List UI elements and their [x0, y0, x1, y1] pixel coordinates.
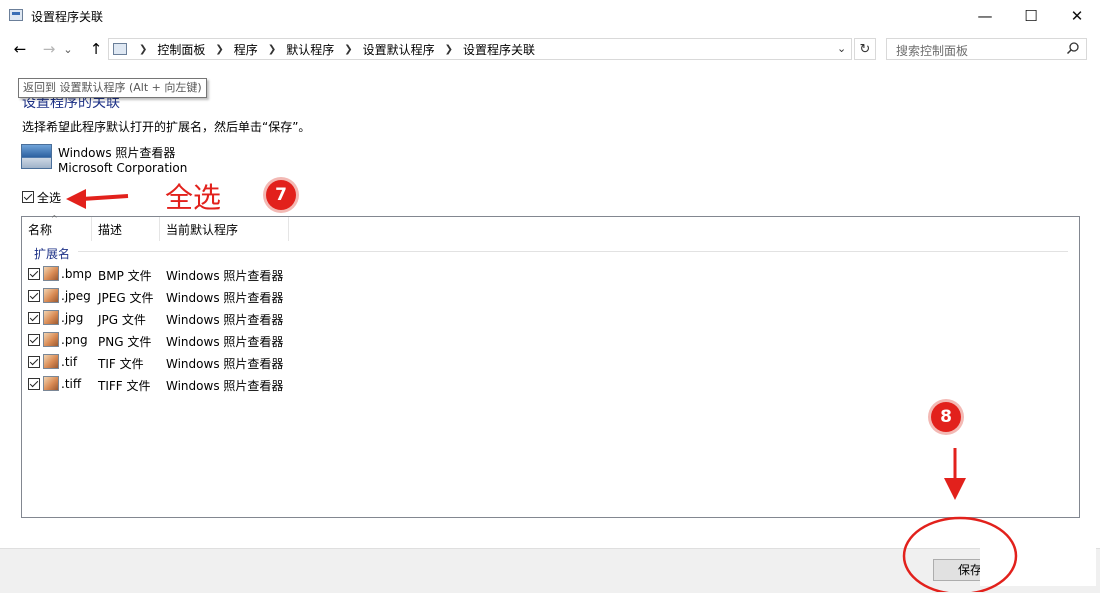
- control-panel-window-icon: [9, 9, 23, 21]
- chevron-right-icon: ❯: [267, 44, 277, 55]
- program-publisher: Microsoft Corporation: [58, 161, 188, 175]
- title-bar: 设置程序关联 — ☐ ✕: [0, 0, 1100, 32]
- select-all-checkbox[interactable]: [22, 191, 34, 203]
- extension-name: .tif: [61, 355, 78, 369]
- search-input[interactable]: 搜索控制面板: [886, 38, 1087, 60]
- window-title: 设置程序关联: [31, 10, 104, 24]
- current-default-program: Windows 照片查看器: [166, 379, 284, 393]
- image-file-icon: [43, 266, 59, 281]
- redaction-patch: [980, 534, 1096, 586]
- file-description: PNG 文件: [98, 335, 152, 349]
- back-tooltip: 返回到 设置默认程序 (Alt + 向左键): [18, 78, 207, 98]
- image-file-icon: [43, 354, 59, 369]
- column-header-name[interactable]: 名称: [28, 221, 52, 241]
- column-divider[interactable]: [159, 217, 160, 241]
- file-description: JPG 文件: [98, 313, 146, 327]
- row-checkbox[interactable]: [28, 312, 40, 324]
- image-file-icon: [43, 376, 59, 391]
- refresh-button[interactable]: ↻: [854, 38, 876, 60]
- image-file-icon: [43, 332, 59, 347]
- row-checkbox[interactable]: [28, 268, 40, 280]
- step-8-badge: 8: [931, 402, 961, 432]
- arrow-to-select-all: [66, 189, 129, 209]
- current-default-program: Windows 照片查看器: [166, 335, 284, 349]
- list-item[interactable]: .jpg JPG 文件 Windows 照片查看器: [26, 308, 326, 328]
- file-description: BMP 文件: [98, 269, 152, 283]
- row-checkbox[interactable]: [28, 334, 40, 346]
- breadcrumb-set-associations[interactable]: 设置程序关联: [457, 41, 541, 58]
- address-bar[interactable]: ❯ 控制面板 ❯ 程序 ❯ 默认程序 ❯ 设置默认程序 ❯ 设置程序关联 ⌄: [108, 38, 852, 60]
- extension-name: .jpeg: [61, 289, 91, 303]
- breadcrumb-set-default-programs[interactable]: 设置默认程序: [357, 41, 441, 58]
- minimize-button[interactable]: —: [962, 0, 1008, 32]
- chevron-right-icon: ❯: [139, 44, 148, 55]
- column-divider[interactable]: [288, 217, 289, 241]
- row-checkbox[interactable]: [28, 290, 40, 302]
- current-default-program: Windows 照片查看器: [166, 269, 284, 283]
- list-item[interactable]: .tiff TIFF 文件 Windows 照片查看器: [26, 374, 326, 394]
- back-button[interactable]: ←: [9, 38, 31, 60]
- row-checkbox[interactable]: [28, 356, 40, 368]
- photo-viewer-icon: [21, 144, 52, 169]
- group-divider: [78, 251, 1068, 252]
- group-header-extensions[interactable]: 扩展名: [34, 245, 70, 262]
- recent-locations-button[interactable]: ⌄: [61, 38, 75, 60]
- current-default-program: Windows 照片查看器: [166, 291, 284, 305]
- annotation-select-all-label: 全选: [165, 181, 222, 214]
- row-checkbox[interactable]: [28, 378, 40, 390]
- list-item[interactable]: .png PNG 文件 Windows 照片查看器: [26, 330, 326, 350]
- extension-name: .png: [61, 333, 88, 347]
- select-all-label[interactable]: 全选: [37, 189, 61, 206]
- list-item[interactable]: .bmp BMP 文件 Windows 照片查看器: [26, 264, 326, 284]
- instruction-text: 选择希望此程序默认打开的扩展名，然后单击“保存”。: [22, 120, 311, 134]
- list-item[interactable]: .jpeg JPEG 文件 Windows 照片查看器: [26, 286, 326, 306]
- extension-name: .jpg: [61, 311, 84, 325]
- column-divider[interactable]: [91, 217, 92, 241]
- maximize-button[interactable]: ☐: [1008, 0, 1054, 32]
- breadcrumb-control-panel[interactable]: 控制面板: [151, 41, 211, 58]
- extensions-list[interactable]: ^ 名称 描述 当前默认程序 扩展名 .bmp BMP 文件 Windows 照…: [21, 214, 1080, 518]
- chevron-right-icon: ❯: [215, 44, 224, 55]
- file-description: TIF 文件: [98, 357, 144, 371]
- column-header-current-default[interactable]: 当前默认程序: [166, 221, 238, 241]
- chevron-right-icon: ❯: [444, 44, 454, 55]
- chevron-down-icon[interactable]: ⌄: [837, 42, 846, 55]
- control-panel-icon: [113, 43, 127, 55]
- chevron-right-icon: ❯: [344, 44, 353, 55]
- current-default-program: Windows 照片查看器: [166, 357, 284, 371]
- image-file-icon: [43, 288, 59, 303]
- program-name: Windows 照片查看器: [58, 146, 176, 160]
- close-button[interactable]: ✕: [1054, 0, 1100, 32]
- column-header-description[interactable]: 描述: [98, 221, 122, 241]
- current-default-program: Windows 照片查看器: [166, 313, 284, 327]
- breadcrumb-programs[interactable]: 程序: [228, 41, 264, 58]
- up-button[interactable]: ↑: [85, 38, 107, 60]
- list-item[interactable]: .tif TIF 文件 Windows 照片查看器: [26, 352, 326, 372]
- breadcrumb-default-programs[interactable]: 默认程序: [280, 41, 340, 58]
- search-placeholder: 搜索控制面板: [896, 44, 969, 58]
- extension-name: .tiff: [61, 377, 82, 391]
- breadcrumb: ❯ 控制面板 ❯ 程序 ❯ 默认程序 ❯ 设置默认程序 ❯ 设置程序关联: [135, 41, 541, 58]
- image-file-icon: [43, 310, 59, 325]
- search-icon[interactable]: [1066, 41, 1080, 59]
- forward-button[interactable]: →: [38, 38, 60, 60]
- file-description: TIFF 文件: [98, 379, 151, 393]
- step-7-badge: 7: [266, 180, 296, 210]
- file-description: JPEG 文件: [98, 291, 154, 305]
- extension-name: .bmp: [61, 267, 92, 281]
